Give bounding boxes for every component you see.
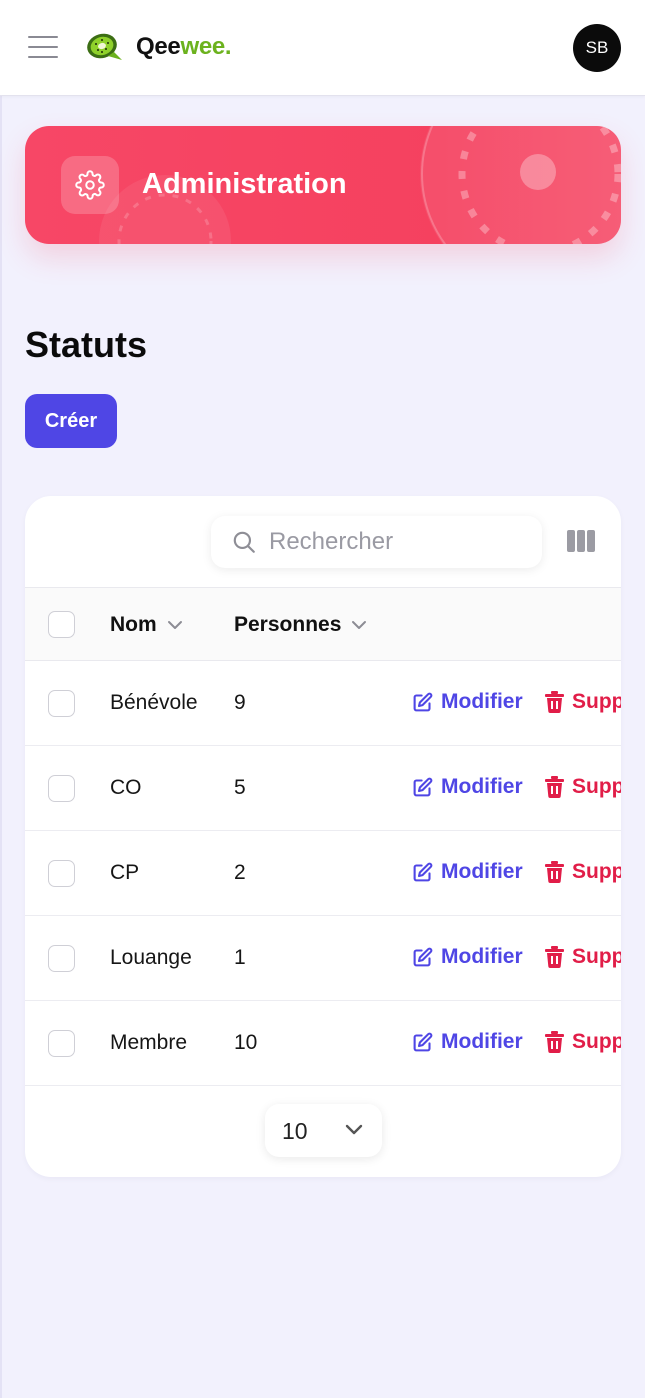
- edit-icon: [413, 862, 433, 881]
- delete-button[interactable]: Supprimer: [545, 860, 621, 884]
- column-header-personnes[interactable]: Personnes: [234, 613, 367, 637]
- column-header-label: Personnes: [234, 613, 342, 636]
- table-row: CO 5 Modifier Supprimer: [25, 746, 621, 831]
- user-avatar[interactable]: SB: [573, 24, 621, 72]
- edit-icon: [413, 947, 433, 966]
- edit-button[interactable]: Modifier: [412, 1030, 523, 1054]
- search-input[interactable]: [269, 522, 529, 562]
- search-icon: [233, 531, 255, 553]
- table-row: Louange 1 Modifier Supprimer: [25, 916, 621, 1001]
- delete-button[interactable]: Supprimer: [545, 775, 621, 799]
- status-name: CO: [110, 776, 142, 799]
- trash-icon: [545, 1031, 564, 1053]
- settings-icon: [61, 156, 119, 214]
- trash-icon: [545, 691, 564, 713]
- brand-name-part-1: Qee: [136, 33, 181, 60]
- row-checkbox[interactable]: [48, 945, 75, 972]
- edit-label: Modifier: [441, 1030, 523, 1053]
- trash-icon: [545, 946, 564, 968]
- create-button[interactable]: Créer: [25, 394, 117, 448]
- chevron-down-icon: [167, 621, 182, 629]
- per-page-select[interactable]: 10: [265, 1104, 382, 1157]
- table-row: Membre 10 Modifier Supprimer: [25, 1001, 621, 1086]
- person-count: 2: [234, 861, 246, 884]
- edit-icon: [413, 692, 433, 711]
- row-checkbox[interactable]: [48, 775, 75, 802]
- table-row: Bénévole 9 Modifier Supprimer: [25, 661, 621, 746]
- trash-icon: [545, 776, 564, 798]
- statuses-table-card: Nom Personnes Bénévole 9 Modifier Suppri…: [25, 496, 621, 1177]
- edit-button[interactable]: Modifier: [412, 775, 523, 799]
- row-checkbox[interactable]: [48, 860, 75, 887]
- chevron-down-icon: [352, 621, 367, 629]
- edit-button[interactable]: Modifier: [412, 945, 523, 969]
- person-count: 10: [234, 1031, 258, 1054]
- delete-label: Supprimer: [572, 775, 621, 798]
- page-title: Statuts: [25, 324, 148, 365]
- trash-icon: [545, 861, 564, 883]
- edit-icon: [413, 1032, 433, 1051]
- edit-label: Modifier: [441, 690, 523, 713]
- edit-button[interactable]: Modifier: [412, 860, 523, 884]
- search-box: [211, 516, 542, 568]
- select-all-checkbox[interactable]: [48, 611, 75, 638]
- table-row: CP 2 Modifier Supprimer: [25, 831, 621, 916]
- brand-name: Qeewee.: [136, 33, 232, 61]
- page-left-edge: [0, 96, 2, 1398]
- edit-label: Modifier: [441, 945, 523, 968]
- kiwi-logo-icon: [87, 33, 122, 60]
- columns-toggle-icon[interactable]: [567, 530, 595, 552]
- banner-title: Administration: [142, 168, 347, 200]
- row-checkbox[interactable]: [48, 1030, 75, 1057]
- brand-name-part-2: wee.: [180, 33, 232, 60]
- person-count: 9: [234, 691, 246, 714]
- delete-label: Supprimer: [572, 1030, 621, 1053]
- delete-label: Supprimer: [572, 860, 621, 883]
- delete-button[interactable]: Supprimer: [545, 945, 621, 969]
- status-name: CP: [110, 861, 140, 884]
- delete-button[interactable]: Supprimer: [545, 690, 621, 714]
- person-count: 5: [234, 776, 246, 799]
- edit-icon: [413, 777, 433, 796]
- status-name: Bénévole: [110, 691, 198, 714]
- edit-label: Modifier: [441, 860, 523, 883]
- edit-label: Modifier: [441, 775, 523, 798]
- delete-label: Supprimer: [572, 945, 621, 968]
- status-name: Louange: [110, 946, 192, 969]
- column-header-label: Nom: [110, 613, 157, 636]
- status-name: Membre: [110, 1031, 188, 1054]
- delete-label: Supprimer: [572, 690, 621, 713]
- person-count: 1: [234, 946, 246, 969]
- admin-banner: Administration: [25, 126, 621, 244]
- menu-icon[interactable]: [28, 36, 58, 60]
- top-bar: Qeewee. SB: [0, 0, 645, 96]
- per-page-value: 10: [282, 1118, 308, 1144]
- chevron-down-icon: [345, 1124, 363, 1135]
- edit-button[interactable]: Modifier: [412, 690, 523, 714]
- table-header: Nom Personnes: [25, 587, 621, 661]
- row-checkbox[interactable]: [48, 690, 75, 717]
- column-header-nom[interactable]: Nom: [110, 613, 183, 637]
- delete-button[interactable]: Supprimer: [545, 1030, 621, 1054]
